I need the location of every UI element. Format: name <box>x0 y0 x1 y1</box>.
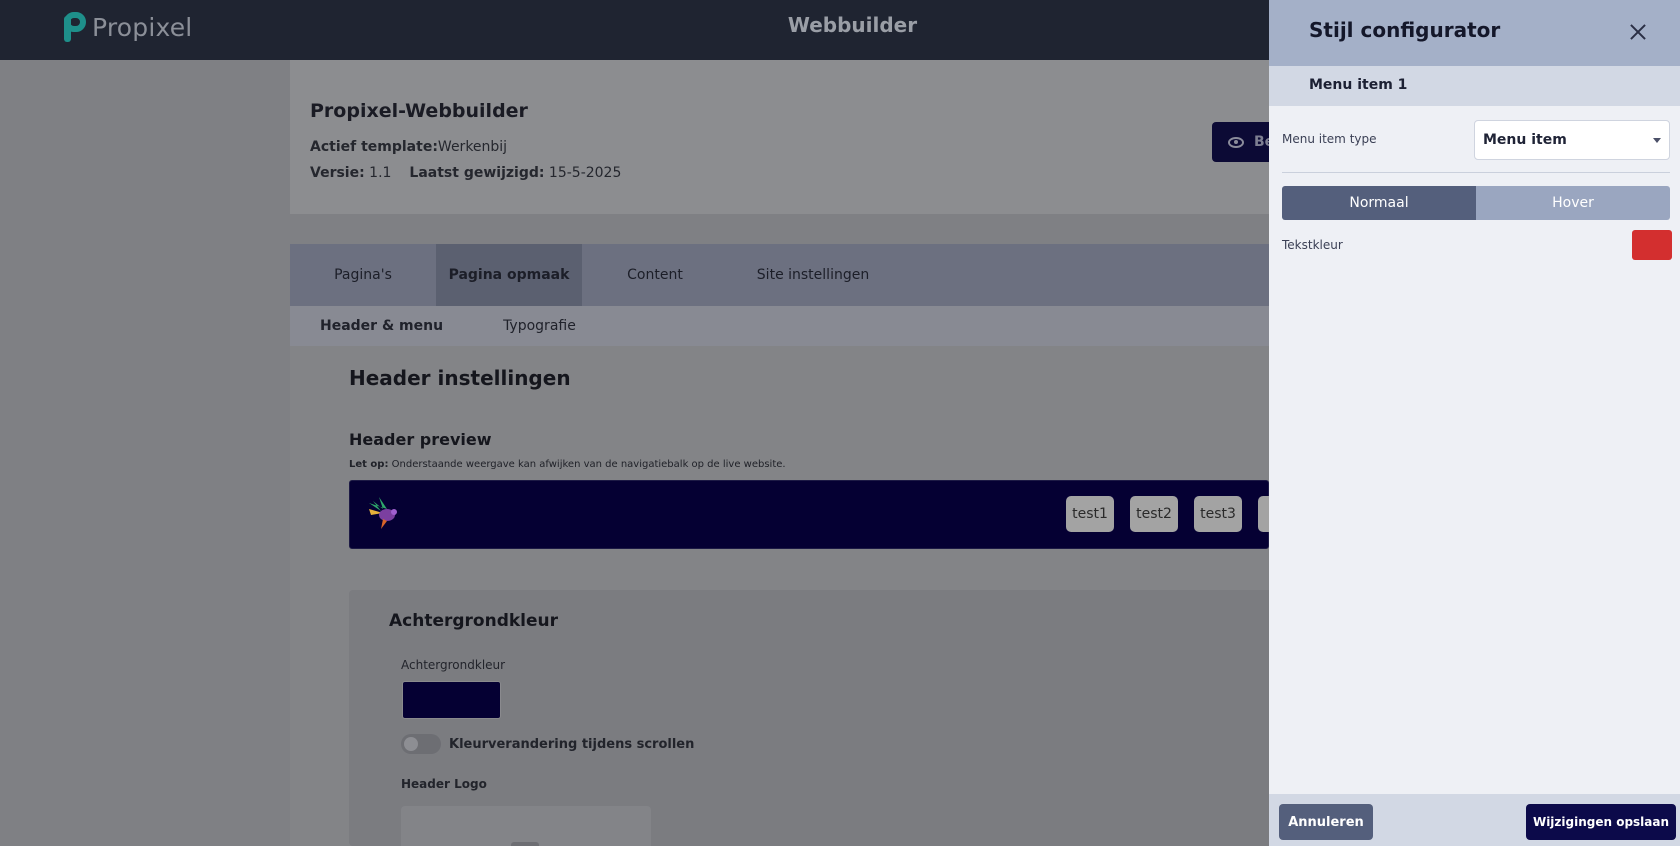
state-normaal-button[interactable]: Normaal <box>1282 186 1476 220</box>
preview-menu-item[interactable]: test3 <box>1194 496 1242 532</box>
background-section-title: Achtergrondkleur <box>389 611 559 631</box>
version-info: Versie: 1.1 Laatst gewijzigd: 15-5-2025 <box>310 165 621 181</box>
version-value: 1.1 <box>369 165 392 181</box>
preview-menu-item[interactable]: test1 <box>1066 496 1114 532</box>
template-value: Werkenbij <box>437 139 508 155</box>
panel-subtitle: Menu item 1 <box>1309 77 1408 93</box>
scroll-color-toggle[interactable] <box>401 734 441 754</box>
panel-header: Stijl configurator <box>1269 0 1680 66</box>
tab-site-instellingen[interactable]: Site instellingen <box>728 244 898 306</box>
state-toggle: Normaal Hover <box>1282 186 1670 220</box>
header-settings-title: Header instellingen <box>349 366 571 390</box>
template-info: Actief template:Werkenbij <box>310 139 507 155</box>
subtab-typografie[interactable]: Typografie <box>503 306 576 346</box>
style-configurator-panel: Stijl configurator Menu item 1 Menu item… <box>1269 0 1680 846</box>
modified-value: 15-5-2025 <box>548 165 622 181</box>
scroll-color-toggle-label: Kleurverandering tijdens scrollen <box>449 737 695 752</box>
cancel-button[interactable]: Annuleren <box>1279 804 1373 840</box>
menu-item-type-label: Menu item type <box>1282 132 1377 146</box>
project-info-card <box>290 60 1290 214</box>
save-button[interactable]: Wijzigingen opslaan <box>1526 804 1676 840</box>
logo-upload-icon <box>511 842 539 846</box>
background-color-label: Achtergrondkleur <box>401 658 506 672</box>
version-label: Versie: <box>310 165 365 181</box>
subtab-header-menu[interactable]: Header & menu <box>320 306 443 346</box>
note-label: Let op: <box>349 459 389 470</box>
tab-pagina-opmaak[interactable]: Pagina opmaak <box>436 244 582 306</box>
project-title: Propixel-Webbuilder <box>310 100 528 122</box>
tab-paginas[interactable]: Pagina's <box>290 244 436 306</box>
parrot-logo-icon <box>369 497 397 529</box>
note-text: Onderstaande weergave kan afwijken van d… <box>391 459 786 470</box>
header-preview-title: Header preview <box>349 430 492 449</box>
header-logo-label: Header Logo <box>401 777 487 791</box>
panel-subheader: Menu item 1 <box>1269 66 1680 106</box>
close-icon[interactable] <box>1626 20 1650 44</box>
template-label: Actief template: <box>310 139 438 155</box>
sub-tabs: Header & menu Typografie <box>290 306 1290 346</box>
eye-icon <box>1228 136 1244 148</box>
main-tabs: Pagina's Pagina opmaak Content Site inst… <box>290 244 1290 306</box>
modified-label: Laatst gewijzigd: <box>409 165 545 181</box>
preview-note: Let op: Onderstaande weergave kan afwijk… <box>349 459 786 470</box>
state-hover-button[interactable]: Hover <box>1476 186 1670 220</box>
menu-item-type-select[interactable]: Menu item <box>1474 120 1670 160</box>
text-color-label: Tekstkleur <box>1282 238 1343 252</box>
menu-item-type-value: Menu item <box>1483 132 1567 148</box>
text-color-swatch[interactable] <box>1632 230 1672 260</box>
header-logo-upload[interactable] <box>401 806 651 846</box>
background-color-swatch[interactable] <box>402 681 501 719</box>
chevron-down-icon <box>1653 138 1661 143</box>
panel-title: Stijl configurator <box>1309 18 1501 42</box>
tab-content[interactable]: Content <box>582 244 728 306</box>
preview-menu-item[interactable]: test2 <box>1130 496 1178 532</box>
divider <box>1282 172 1670 173</box>
